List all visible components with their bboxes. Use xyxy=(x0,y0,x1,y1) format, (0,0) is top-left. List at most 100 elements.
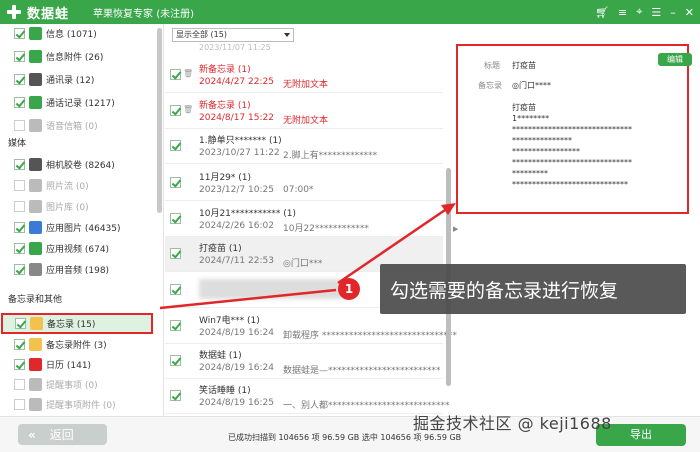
checkbox[interactable] xyxy=(14,200,25,212)
row-checkbox[interactable] xyxy=(170,390,181,401)
memo-date: 2024/8/19 16:25 xyxy=(199,398,274,408)
sidebar-item[interactable]: 通讯录 (12) xyxy=(14,70,94,88)
back-button[interactable]: « 返回 xyxy=(18,424,107,445)
sidebar-item[interactable]: 备忘录 (15) xyxy=(1,313,153,334)
table-row[interactable]: 🗑︎ 新备忘录 (1) 2024/8/17 15:22 无附加文本 xyxy=(165,94,443,129)
step-badge: 1 xyxy=(338,278,360,300)
music-icon xyxy=(29,262,42,276)
memo-preview: 2.脚上有************* xyxy=(283,151,378,161)
minimize-icon[interactable]: – xyxy=(670,6,676,19)
sidebar-item[interactable]: 日历 (141) xyxy=(14,355,91,373)
trash-icon: 🗑︎ xyxy=(183,105,194,114)
memo-date: 2024/8/19 16:24 xyxy=(199,363,274,373)
checkbox[interactable] xyxy=(14,378,25,390)
memo-body: 打疫苗 1******** **************************… xyxy=(512,103,632,189)
row-checkbox[interactable] xyxy=(170,248,181,259)
table-row[interactable]: 11月29* (1) 2023/12/7 10:25 07:00* xyxy=(165,166,443,201)
table-row[interactable]: 笑话睡睡 (1) 2024/8/19 16:25 一、别人都************… xyxy=(165,379,450,414)
sidebar-item[interactable]: 照片流 (0) xyxy=(14,176,89,194)
edit-button[interactable]: 编辑 xyxy=(658,53,692,66)
memo-date: 2024/7/11 22:53 xyxy=(199,256,274,266)
close-icon[interactable]: ✕ xyxy=(685,6,694,19)
detail-panel: 标题 打疫苗 备忘录 ◎门口**** 打疫苗 1******** *******… xyxy=(456,24,700,416)
sidebar-scrollbar[interactable] xyxy=(157,28,162,213)
title-label: 标题 xyxy=(484,61,500,70)
reminder-icon xyxy=(29,377,42,391)
sidebar-item[interactable]: 信息附件 (26) xyxy=(14,47,103,65)
row-checkbox[interactable] xyxy=(170,355,181,366)
sidebar-item-label: 信息 (1071) xyxy=(46,29,97,40)
callout-text: 勾选需要的备忘录进行恢复 xyxy=(390,279,619,302)
sidebar-item[interactable]: 语音信箱 (0) xyxy=(14,116,98,134)
sidebar-item[interactable]: 通话记录 (1217) xyxy=(14,93,115,111)
memo-title: 新备忘录 (1) xyxy=(199,101,251,111)
sidebar-item[interactable]: 应用音频 (198) xyxy=(14,260,109,278)
menu-icon[interactable]: ≡ xyxy=(618,6,627,19)
reminder-attachment-icon xyxy=(29,397,42,411)
row-checkbox[interactable] xyxy=(170,105,181,116)
sidebar-item[interactable]: 提醒事项附件 (0) xyxy=(14,395,116,413)
sidebar-item[interactable]: 相机胶卷 (8264) xyxy=(14,155,115,173)
checkbox[interactable] xyxy=(14,242,25,254)
memo-date: 2024/8/17 15:22 xyxy=(199,113,274,123)
checkbox[interactable] xyxy=(14,119,25,131)
row-checkbox[interactable] xyxy=(170,177,181,188)
table-row[interactable]: 数据蛙 (1) 2024/8/19 16:24 数据蛙是—*************… xyxy=(165,344,443,379)
checkbox[interactable] xyxy=(14,338,25,350)
table-row[interactable]: Win7电*** (1) 2024/8/19 16:24 卸载程序 ********… xyxy=(165,309,457,344)
sidebar-item[interactable]: 提醒事项 (0) xyxy=(14,375,98,393)
row-checkbox[interactable] xyxy=(170,69,181,80)
window-controls: 🛒︎ ≡ ⌖ ☰ – ✕ xyxy=(595,0,694,24)
checkbox[interactable] xyxy=(14,179,25,191)
sidebar-item[interactable]: 应用图片 (46435) xyxy=(14,218,121,236)
table-row[interactable]: 🗑︎ 新备忘录 (1) 2024/4/27 22:25 无附加文本 xyxy=(165,58,443,93)
checkbox[interactable] xyxy=(14,398,25,410)
checkbox[interactable] xyxy=(14,358,25,370)
checkbox[interactable] xyxy=(14,27,25,39)
menu-lines-icon[interactable]: ☰ xyxy=(651,6,661,19)
notes-icon xyxy=(30,317,43,330)
sidebar-item[interactable]: 信息 (1071) xyxy=(14,24,97,42)
row-checkbox[interactable] xyxy=(170,284,181,295)
sidebar-item-label: 通讯录 (12) xyxy=(46,75,95,86)
memo-detail-box: 标题 打疫苗 备忘录 ◎门口**** 打疫苗 1******** *******… xyxy=(456,44,689,214)
memo-date: 2024/8/19 16:24 xyxy=(199,328,274,338)
sidebar-item[interactable]: 应用视频 (674) xyxy=(14,239,109,257)
sidebar-item[interactable]: 图片库 (0) xyxy=(14,197,89,215)
filter-select[interactable]: 显示全部 (15) xyxy=(172,28,294,42)
blurred-content xyxy=(199,279,349,299)
sidebar-item-label: 应用视频 (674) xyxy=(46,244,110,255)
sidebar-item-label: 相机胶卷 (8264) xyxy=(46,160,115,171)
checkbox[interactable] xyxy=(14,263,25,275)
sidebar-item-label: 通话记录 (1217) xyxy=(46,98,115,109)
memo-title: 10月21*********** (1) xyxy=(199,209,297,219)
checkbox[interactable] xyxy=(14,50,25,62)
notes-attachment-icon xyxy=(29,337,42,351)
memo-label: 备忘录 xyxy=(478,81,502,90)
cart-icon[interactable]: 🛒︎ xyxy=(595,6,609,19)
memo-date: 2024/4/27 22:25 xyxy=(199,77,274,87)
sidebar-item-label: 应用音频 (198) xyxy=(46,265,110,276)
checkbox[interactable] xyxy=(14,158,25,170)
table-row[interactable]: 1.静单只******* (1) 2023/10/27 11:22 2.脚上有***… xyxy=(165,129,443,164)
row-checkbox[interactable] xyxy=(170,320,181,331)
memo-list-panel: 显示全部 (15) 2023/11/07 11:25 🗑︎ 新备忘录 (1) 202… xyxy=(165,24,457,416)
sidebar-item[interactable]: 备忘录附件 (3) xyxy=(14,335,107,353)
table-row[interactable]: 10月21*********** (1) 2024/2/26 16:02 10月22… xyxy=(165,202,443,237)
watermark: 掘金技术社区 @ keji1688 xyxy=(413,414,612,433)
sidebar-item-label: 照片流 (0) xyxy=(46,181,89,192)
sidebar-item-label: 备忘录 (15) xyxy=(47,320,96,330)
memo-title: 1.静单只******* (1) xyxy=(199,136,282,146)
checkbox[interactable] xyxy=(14,96,25,108)
row-checkbox[interactable] xyxy=(170,213,181,224)
sidebar-item-label: 日历 (141) xyxy=(46,360,92,371)
chevron-down-icon xyxy=(284,33,290,37)
message-icon xyxy=(29,26,42,40)
checkbox[interactable] xyxy=(15,318,26,329)
memo-preview: ◎门口*** xyxy=(283,259,323,269)
row-checkbox[interactable] xyxy=(170,140,181,151)
voicemail-icon xyxy=(29,118,42,132)
checkbox[interactable] xyxy=(14,221,25,233)
checkbox[interactable] xyxy=(14,73,25,85)
location-icon[interactable]: ⌖ xyxy=(636,5,642,19)
